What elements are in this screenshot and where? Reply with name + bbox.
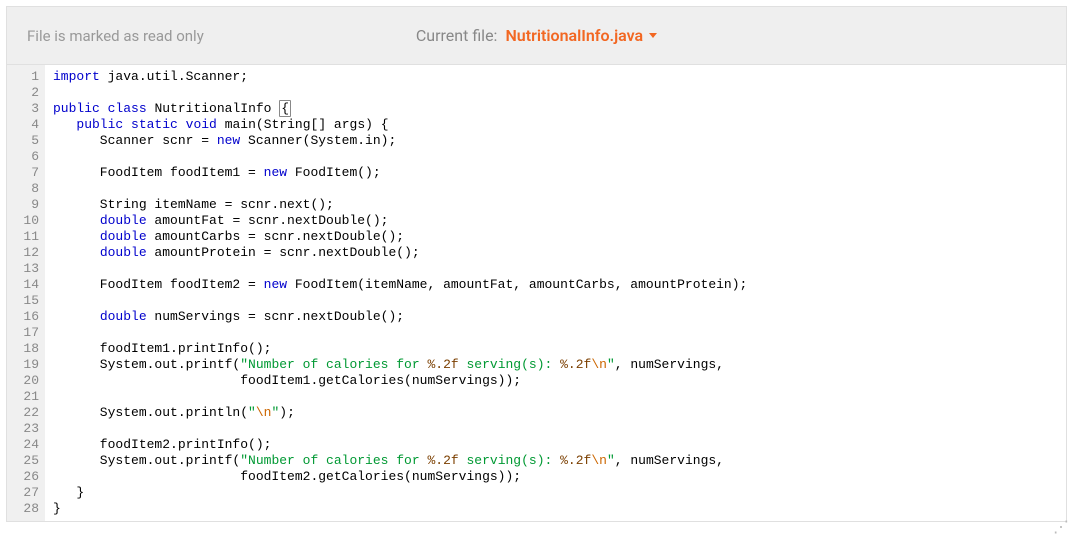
code-line: FoodItem foodItem2 = new FoodItem(itemNa… xyxy=(53,277,747,293)
code-line xyxy=(53,261,747,277)
line-number: 9 xyxy=(7,197,39,213)
code-line: System.out.println("\n"); xyxy=(53,405,747,421)
code-line xyxy=(53,85,747,101)
code-line: double amountCarbs = scnr.nextDouble(); xyxy=(53,229,747,245)
line-number: 14 xyxy=(7,277,39,293)
code-line: Scanner scnr = new Scanner(System.in); xyxy=(53,133,747,149)
code-line: public static void main(String[] args) { xyxy=(53,117,747,133)
code-line: foodItem2.getCalories(numServings)); xyxy=(53,469,747,485)
line-number: 21 xyxy=(7,389,39,405)
code-area[interactable]: import java.util.Scanner; public class N… xyxy=(45,65,755,521)
code-line: public class NutritionalInfo { xyxy=(53,101,747,117)
current-file-label: Current file: xyxy=(416,26,498,45)
code-line xyxy=(53,389,747,405)
line-number: 5 xyxy=(7,133,39,149)
code-line: FoodItem foodItem1 = new FoodItem(); xyxy=(53,165,747,181)
line-number: 19 xyxy=(7,357,39,373)
code-line: foodItem1.getCalories(numServings)); xyxy=(53,373,747,389)
line-number: 22 xyxy=(7,405,39,421)
line-number: 6 xyxy=(7,149,39,165)
code-line: double amountFat = scnr.nextDouble(); xyxy=(53,213,747,229)
code-line: String itemName = scnr.next(); xyxy=(53,197,747,213)
line-gutter: 1234567891011121314151617181920212223242… xyxy=(7,65,45,521)
code-line: } xyxy=(53,501,747,517)
line-number: 26 xyxy=(7,469,39,485)
line-number: 1 xyxy=(7,69,39,85)
code-line: System.out.printf("Number of calories fo… xyxy=(53,453,747,469)
line-number: 16 xyxy=(7,309,39,325)
code-line: foodItem2.printInfo(); xyxy=(53,437,747,453)
line-number: 2 xyxy=(7,85,39,101)
resize-handle-icon[interactable]: ⋰ xyxy=(1053,517,1069,536)
code-line: import java.util.Scanner; xyxy=(53,69,747,85)
current-file-dropdown[interactable]: NutritionalInfo.java xyxy=(505,26,657,45)
code-line: double amountProtein = scnr.nextDouble()… xyxy=(53,245,747,261)
line-number: 8 xyxy=(7,181,39,197)
line-number: 13 xyxy=(7,261,39,277)
line-number: 4 xyxy=(7,117,39,133)
current-file-name-text: NutritionalInfo.java xyxy=(505,26,643,45)
code-line xyxy=(53,181,747,197)
toolbar: File is marked as read only Current file… xyxy=(7,7,1066,65)
code-line: double numServings = scnr.nextDouble(); xyxy=(53,309,747,325)
line-number: 15 xyxy=(7,293,39,309)
code-line: } xyxy=(53,485,747,501)
code-line xyxy=(53,325,747,341)
line-number: 28 xyxy=(7,501,39,517)
editor-container: File is marked as read only Current file… xyxy=(6,6,1067,522)
line-number: 25 xyxy=(7,453,39,469)
code-line xyxy=(53,293,747,309)
code-line: System.out.printf("Number of calories fo… xyxy=(53,357,747,373)
line-number: 3 xyxy=(7,101,39,117)
line-number: 7 xyxy=(7,165,39,181)
line-number: 17 xyxy=(7,325,39,341)
line-number: 24 xyxy=(7,437,39,453)
code-line xyxy=(53,149,747,165)
code-line: foodItem1.printInfo(); xyxy=(53,341,747,357)
code-line xyxy=(53,421,747,437)
line-number: 11 xyxy=(7,229,39,245)
chevron-down-icon xyxy=(649,33,657,38)
line-number: 10 xyxy=(7,213,39,229)
line-number: 18 xyxy=(7,341,39,357)
line-number: 23 xyxy=(7,421,39,437)
code-editor: 1234567891011121314151617181920212223242… xyxy=(7,65,1066,521)
line-number: 12 xyxy=(7,245,39,261)
readonly-message: File is marked as read only xyxy=(27,27,204,45)
file-selector[interactable]: Current file: NutritionalInfo.java xyxy=(416,26,657,45)
line-number: 27 xyxy=(7,485,39,501)
line-number: 20 xyxy=(7,373,39,389)
